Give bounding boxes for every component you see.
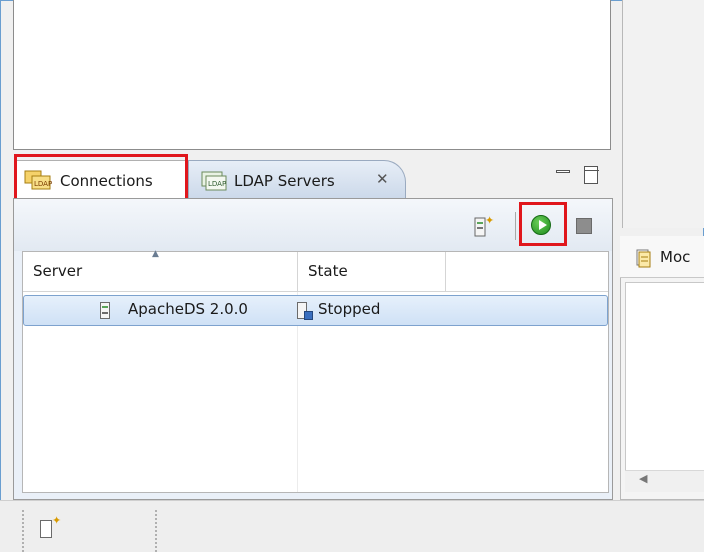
- column-header-state[interactable]: State: [308, 262, 348, 280]
- svg-text:✦: ✦: [485, 214, 494, 227]
- right-view-tab-label[interactable]: Moc: [660, 248, 690, 266]
- stop-server-icon[interactable]: [576, 218, 592, 234]
- toolbar-separator: [515, 212, 516, 240]
- ldap-servers-icon: LDAP: [201, 171, 227, 191]
- new-item-icon[interactable]: [40, 520, 52, 538]
- scroll-left-icon[interactable]: ◀: [639, 472, 647, 485]
- column-header-server[interactable]: Server: [33, 262, 82, 280]
- server-name-cell[interactable]: ApacheDS 2.0.0: [128, 300, 248, 318]
- close-tab-icon[interactable]: ✕: [376, 170, 389, 188]
- right-upper-area: [622, 0, 704, 228]
- svg-text:LDAP: LDAP: [208, 180, 226, 188]
- bottom-trim-bar: [0, 500, 704, 552]
- right-view-body: [625, 282, 704, 486]
- minimize-icon[interactable]: [556, 170, 570, 173]
- trim-separator: [155, 510, 157, 552]
- table-row[interactable]: [23, 295, 608, 326]
- start-button-highlight: [519, 202, 567, 246]
- tab-ldap-servers-label[interactable]: LDAP Servers: [234, 172, 335, 190]
- column-divider[interactable]: [297, 252, 298, 292]
- sparkle-icon: ✦: [52, 514, 62, 527]
- server-icon: [100, 302, 110, 319]
- trim-separator: [22, 510, 24, 552]
- editor-area: [13, 0, 611, 150]
- modification-icon: [636, 249, 651, 268]
- server-state-cell[interactable]: Stopped: [318, 300, 380, 318]
- connections-tab-highlight: [14, 154, 188, 202]
- column-divider[interactable]: [445, 252, 446, 292]
- new-server-icon[interactable]: ✦: [474, 214, 498, 238]
- maximize-icon[interactable]: [584, 166, 599, 184]
- stopped-badge-icon: [304, 311, 313, 320]
- horizontal-scrollbar[interactable]: [625, 470, 704, 492]
- sort-ascending-icon: ▲: [152, 249, 159, 259]
